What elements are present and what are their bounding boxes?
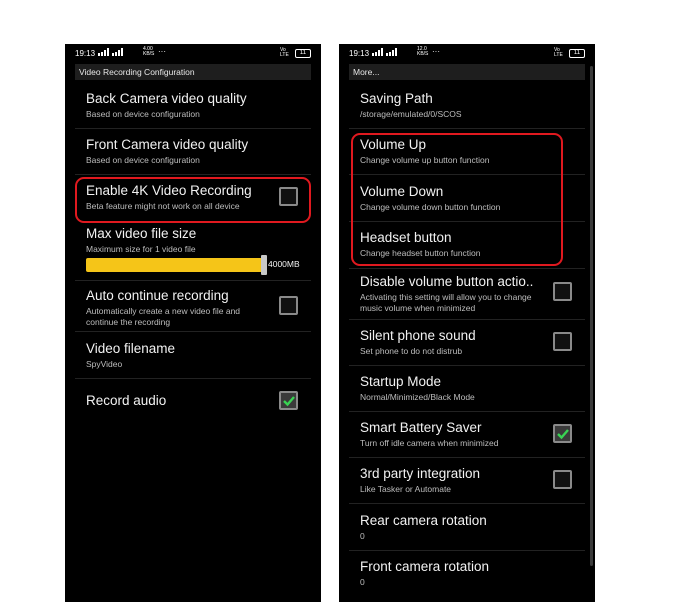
setting-max-file-size[interactable]: Max video file size Maximum size for 1 v… (86, 226, 301, 255)
setting-back-camera-quality[interactable]: Back Camera video quality Based on devic… (86, 91, 301, 120)
setting-rear-camera-rotation[interactable]: Rear camera rotation 0 (360, 513, 575, 542)
setting-title: Front camera rotation (360, 559, 490, 574)
setting-subtitle: Like Tasker or Automate (360, 484, 452, 494)
setting-subtitle: Set phone to do not distrub (360, 346, 463, 356)
setting-subtitle: Based on device configuration (86, 155, 200, 165)
setting-subtitle: Turn off idle camera when minimized (360, 438, 499, 448)
setting-title: Max video file size (86, 226, 197, 241)
setting-subtitle: /storage/emulated/0/SCOS (360, 109, 462, 119)
phone-screen-right: 19:13 12.0 KB/S ··· Vo LTE 11 More... Sa… (339, 44, 595, 602)
net-speed: 12.0 KB/S (417, 46, 429, 57)
setting-subtitle: Maximum size for 1 video file (86, 244, 196, 254)
setting-title: Saving Path (360, 91, 433, 106)
battery-saver-checkbox[interactable] (553, 424, 572, 443)
battery-icon: 11 (569, 48, 585, 58)
setting-title: Silent phone sound (360, 328, 476, 343)
setting-title: Smart Battery Saver (360, 420, 482, 435)
setting-front-camera-rotation[interactable]: Front camera rotation 0 (360, 559, 575, 588)
setting-subtitle: Automatically create a new video file an… (86, 306, 241, 327)
highlight-box (75, 177, 311, 223)
setting-subtitle: 0 (360, 577, 365, 587)
setting-subtitle: SpyVideo (86, 359, 123, 369)
setting-title: 3rd party integration (360, 466, 481, 481)
setting-subtitle: Based on device configuration (86, 109, 200, 119)
setting-title: Back Camera video quality (86, 91, 247, 106)
signal-icon (372, 48, 397, 56)
third-party-checkbox[interactable] (553, 470, 572, 489)
setting-subtitle: 0 (360, 531, 365, 541)
setting-smart-battery-saver[interactable]: Smart Battery Saver Turn off idle camera… (360, 420, 575, 449)
setting-front-camera-quality[interactable]: Front Camera video quality Based on devi… (86, 137, 301, 166)
slider-thumb[interactable] (261, 255, 267, 275)
scrollbar[interactable] (590, 66, 593, 566)
battery-icon: 11 (295, 48, 311, 58)
setting-auto-continue[interactable]: Auto continue recording Automatically cr… (86, 288, 301, 328)
highlight-box (351, 133, 563, 266)
volte-indicator: Vo LTE (280, 47, 289, 58)
record-audio-checkbox[interactable] (279, 391, 298, 410)
setting-title: Startup Mode (360, 374, 442, 389)
setting-3rd-party-integration[interactable]: 3rd party integration Like Tasker or Aut… (360, 466, 575, 495)
auto-continue-checkbox[interactable] (279, 296, 298, 315)
setting-record-audio[interactable]: Record audio (86, 393, 301, 409)
setting-subtitle: Activating this setting will allow you t… (360, 292, 532, 313)
section-header: Video Recording Configuration (75, 64, 311, 80)
section-header: More... (349, 64, 585, 80)
phone-screen-left: 19:13 4.00 KB/S ··· Vo LTE 11 Video Reco… (65, 44, 321, 602)
silent-sound-checkbox[interactable] (553, 332, 572, 351)
setting-title: Disable volume button actio.. (360, 274, 534, 289)
file-size-slider[interactable] (86, 258, 264, 272)
setting-subtitle: Normal/Minimized/Black Mode (360, 392, 475, 402)
setting-title: Record audio (86, 393, 167, 408)
setting-startup-mode[interactable]: Startup Mode Normal/Minimized/Black Mode (360, 374, 575, 403)
volte-indicator: Vo LTE (554, 47, 563, 58)
status-bar: 19:13 12.0 KB/S ··· Vo LTE 11 (339, 44, 595, 62)
setting-title: Front Camera video quality (86, 137, 249, 152)
net-speed: 4.00 KB/S (143, 46, 155, 57)
disable-volume-checkbox[interactable] (553, 282, 572, 301)
setting-saving-path[interactable]: Saving Path /storage/emulated/0/SCOS (360, 91, 575, 120)
setting-silent-phone-sound[interactable]: Silent phone sound Set phone to do not d… (360, 328, 575, 357)
overflow-dots: ··· (432, 47, 440, 56)
check-icon (557, 429, 569, 440)
status-bar: 19:13 4.00 KB/S ··· Vo LTE 11 (65, 44, 321, 62)
setting-title: Video filename (86, 341, 176, 356)
slider-value: 4000MB (268, 259, 300, 269)
setting-title: Rear camera rotation (360, 513, 487, 528)
setting-disable-volume-action[interactable]: Disable volume button actio.. Activating… (360, 274, 575, 314)
setting-title: Auto continue recording (86, 288, 229, 303)
status-time: 19:13 (349, 49, 370, 58)
signal-icon (98, 48, 123, 56)
overflow-dots: ··· (158, 47, 166, 56)
status-time: 19:13 (75, 49, 96, 58)
check-icon (283, 396, 295, 407)
setting-video-filename[interactable]: Video filename SpyVideo (86, 341, 301, 370)
